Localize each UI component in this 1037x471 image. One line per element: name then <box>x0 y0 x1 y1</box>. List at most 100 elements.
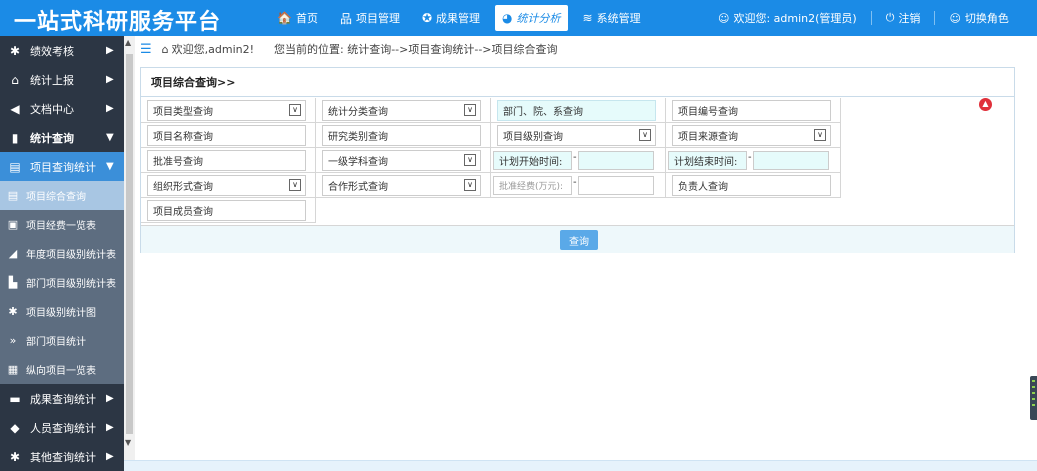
plan-start-input[interactable]: 计划开始时间: <box>493 151 572 170</box>
sidebar-subitem-project-query[interactable]: ▤ 项目综合查询 <box>0 181 124 210</box>
nav-achievement-management[interactable]: ✪ 成果管理 <box>415 5 487 31</box>
project-source-select[interactable]: 项目来源查询 ∨ <box>672 125 831 146</box>
sidebar-item-documents[interactable]: ◀ 文档中心 ▶ <box>0 94 124 123</box>
indicator <box>1032 404 1035 406</box>
sidebar-item-label: 成果查询统计 <box>30 392 96 406</box>
sidebar-item-performance[interactable]: ✱ 绩效考核 ▶ <box>0 36 124 65</box>
sidebar-item-label: 统计查询 <box>30 131 74 145</box>
user-switch-icon[interactable]: ☺ <box>949 12 960 25</box>
approved-funds-input[interactable]: 批准经费(万元): <box>493 176 572 195</box>
home-icon: ⌂ <box>161 42 169 56</box>
form-cell: 一级学科查询 ∨ <box>316 148 491 173</box>
sidebar: ✱ 绩效考核 ▶ ⌂ 统计上报 ▶ ◀ 文档中心 ▶ ▮ 统计查询 ▼ ▤ 项目… <box>0 36 124 471</box>
approval-number-label: 批准号查询 <box>153 157 203 168</box>
sidebar-subitem-vertical-project-list[interactable]: ▦ 纵向项目一览表 <box>0 355 124 384</box>
form-cell: 合作形式查询 ∨ <box>316 173 491 198</box>
sidebar-subitem-label: 部门项目统计 <box>26 337 86 348</box>
form-row: 批准号查询 一级学科查询 ∨ 计划开始时间: - 计划结束时间: - <box>141 148 841 173</box>
project-name-input[interactable]: 项目名称查询 <box>147 125 306 146</box>
nav-project-management[interactable]: 品 项目管理 <box>333 5 407 31</box>
sidebar-subitem-annual-level-stats[interactable]: ◢ 年度项目级别统计表 <box>0 239 124 268</box>
sidebar-item-stat-query[interactable]: ▮ 统计查询 ▼ <box>0 123 124 152</box>
nav-home-label: 首页 <box>295 12 318 25</box>
form-cell: 部门、院、系查询 <box>491 98 666 123</box>
caret-right-icon: ▶ <box>106 451 114 462</box>
chevron-down-icon: ∨ <box>639 129 651 141</box>
nav-system-management-label: 系统管理 <box>596 12 641 25</box>
form-row: 项目成员查询 <box>141 198 841 223</box>
form-row: 项目类型查询 ∨ 统计分类查询 ∨ 部门、院、系查询 项目编号查询 <box>141 98 841 123</box>
sidebar-subitem-dept-level-stats[interactable]: ▙ 部门项目级别统计表 <box>0 268 124 297</box>
range-dash: - <box>573 177 577 188</box>
org-form-select[interactable]: 组织形式查询 ∨ <box>147 175 306 196</box>
caret-right-icon: ▶ <box>106 103 114 114</box>
sidebar-subitem-funding-list[interactable]: ▣ 项目经费一览表 <box>0 210 124 239</box>
sidebar-scrollbar[interactable]: ▲ ▼ <box>124 36 135 471</box>
plan-start-end-input[interactable] <box>578 151 654 170</box>
file-icon: ▙ <box>8 276 18 289</box>
chevron-down-icon[interactable]: ▼ <box>125 438 131 447</box>
project-type-select[interactable]: 项目类型查询 ∨ <box>147 100 306 121</box>
switch-role-link[interactable]: 切换角色 <box>965 10 1009 26</box>
megaphone-icon: ◀ <box>10 101 20 116</box>
form-cell: 批准经费(万元): - <box>491 173 666 198</box>
sidebar-subitem-dept-project-stats[interactable]: » 部门项目统计 <box>0 326 124 355</box>
coop-form-label: 合作形式查询 <box>328 182 388 193</box>
sidebar-subitem-label: 年度项目级别统计表 <box>26 250 116 261</box>
plan-end-input[interactable]: 计划结束时间: <box>668 151 747 170</box>
chevron-up-icon[interactable]: ▲ <box>125 38 131 47</box>
app-title: 一站式科研服务平台 <box>14 10 222 35</box>
sidebar-item-label: 人员查询统计 <box>30 421 96 435</box>
form-cell: 项目级别查询 ∨ <box>491 123 666 148</box>
signal-icon: ◢ <box>8 247 18 260</box>
query-form: 项目类型查询 ∨ 统计分类查询 ∨ 部门、院、系查询 项目编号查询 项目名称查询 研… <box>141 98 841 223</box>
sidebar-item-project-query-stats[interactable]: ▤ 项目查询统计 ▼ <box>0 152 124 181</box>
sidebar-item-reporting[interactable]: ⌂ 统计上报 ▶ <box>0 65 124 94</box>
members-label: 项目成员查询 <box>153 207 213 218</box>
side-widget-handle[interactable] <box>1030 376 1037 420</box>
sidebar-item-label: 文档中心 <box>30 102 74 116</box>
sidebar-subitem-label: 部门项目级别统计表 <box>26 279 116 290</box>
research-category-label: 研究类别查询 <box>328 132 388 143</box>
indicator <box>1032 386 1035 388</box>
nav-home[interactable]: 🏠 首页 <box>270 5 325 31</box>
stat-category-select[interactable]: 统计分类查询 ∨ <box>322 100 481 121</box>
project-number-input[interactable]: 项目编号查询 <box>672 100 831 121</box>
coop-form-select[interactable]: 合作形式查询 ∨ <box>322 175 481 196</box>
welcome-text: 欢迎您: admin2(管理员) <box>733 12 857 25</box>
power-icon[interactable]: ⏻ <box>886 11 895 25</box>
sidebar-item-achievement-stats[interactable]: ▬ 成果查询统计 ▶ <box>0 384 124 413</box>
logout-link[interactable]: 注销 <box>898 10 920 26</box>
pie-chart-icon: ◕ <box>502 11 513 25</box>
department-input[interactable]: 部门、院、系查询 <box>497 100 656 121</box>
plan-end-end-input[interactable] <box>753 151 829 170</box>
approved-funds-max-input[interactable] <box>578 176 654 195</box>
caret-right-icon: ▶ <box>106 422 114 433</box>
table-icon: ▣ <box>7 218 19 231</box>
leader-input[interactable]: 负责人查询 <box>672 175 831 196</box>
org-icon: 品 <box>339 11 352 26</box>
research-category-input[interactable]: 研究类别查询 <box>322 125 481 146</box>
caret-right-icon: ▶ <box>106 45 114 56</box>
plan-end-label: 计划结束时间: <box>674 157 738 168</box>
double-chevron-icon: » <box>9 334 17 347</box>
scroll-thumb[interactable] <box>126 54 133 434</box>
caret-right-icon: ▶ <box>106 74 114 85</box>
collapse-up-icon[interactable]: ▲ <box>979 98 992 111</box>
user-icon: ☺ <box>718 11 730 25</box>
document-icon: ▤ <box>9 159 21 174</box>
sidebar-item-personnel-stats[interactable]: ◆ 人员查询统计 ▶ <box>0 413 124 442</box>
first-discipline-select[interactable]: 一级学科查询 ∨ <box>322 150 481 171</box>
nav-statistics[interactable]: ◕ 统计分析 <box>495 5 568 31</box>
form-cell: 批准号查询 <box>141 148 316 173</box>
caret-right-icon: ▶ <box>106 393 114 404</box>
query-button[interactable]: 查询 <box>560 230 598 250</box>
members-input[interactable]: 项目成员查询 <box>147 200 306 221</box>
menu-toggle-icon[interactable]: ☰ <box>140 42 152 57</box>
sidebar-subitem-level-chart[interactable]: ✱ 项目级别统计图 <box>0 297 124 326</box>
project-level-select[interactable]: 项目级别查询 ∨ <box>497 125 656 146</box>
nav-system-management[interactable]: ≋ 系统管理 <box>576 5 648 31</box>
sidebar-item-other-stats[interactable]: ✱ 其他查询统计 ▶ <box>0 442 124 471</box>
approved-funds-label: 批准经费(万元): <box>499 182 564 192</box>
approval-number-input[interactable]: 批准号查询 <box>147 150 306 171</box>
